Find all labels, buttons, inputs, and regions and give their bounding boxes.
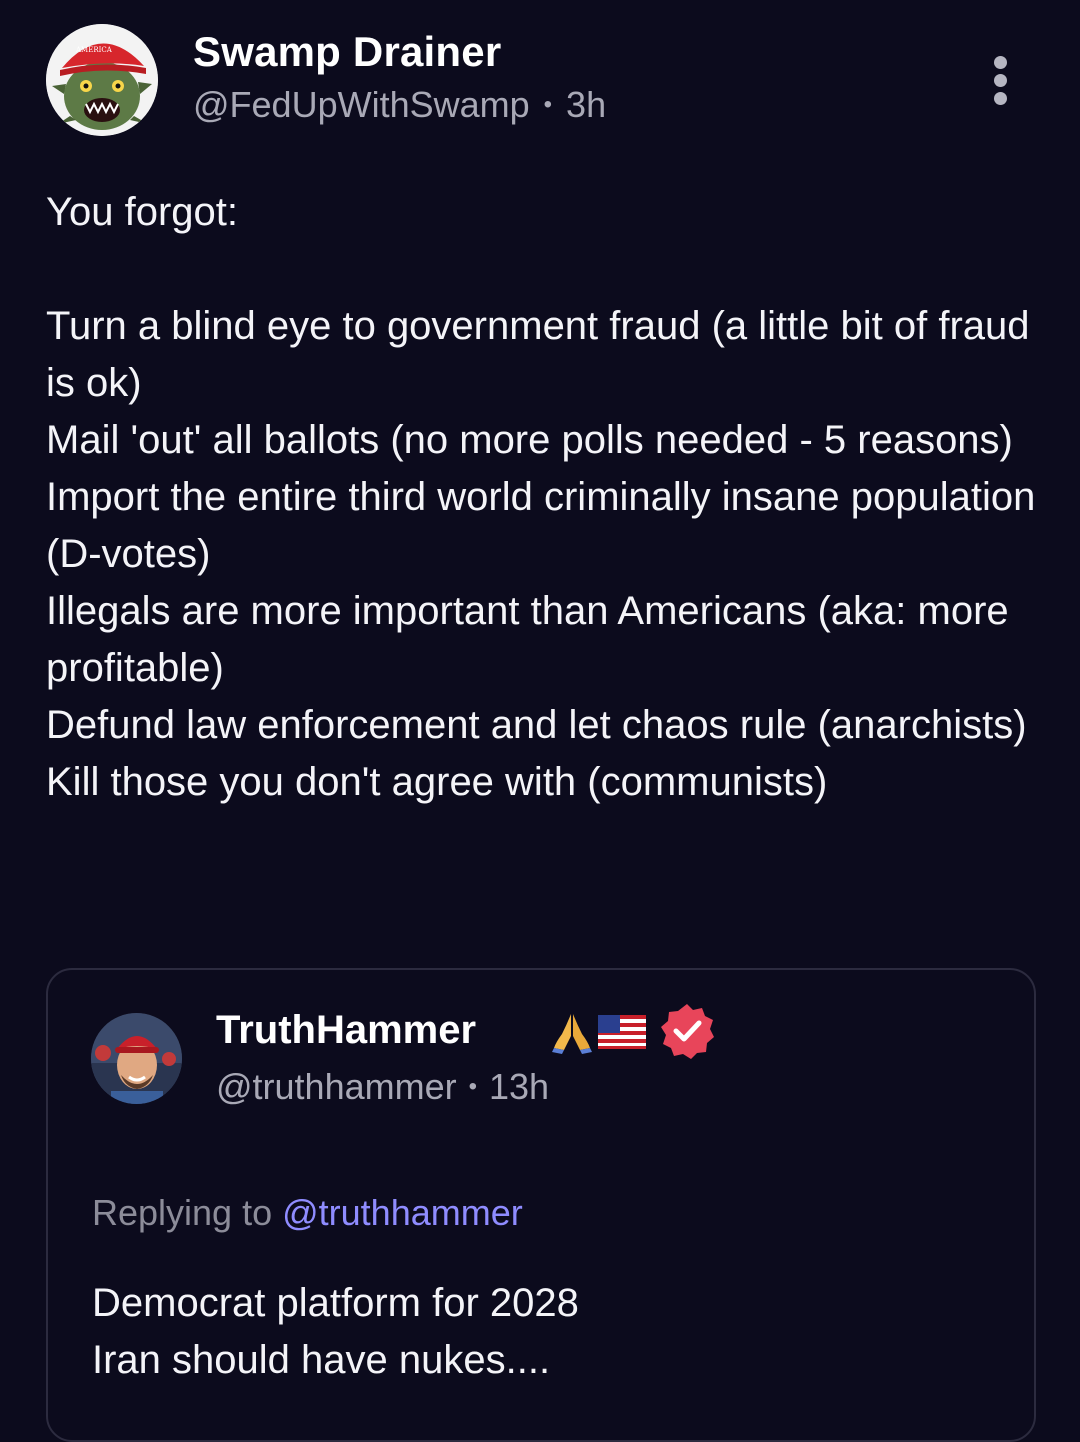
truthhammer-avatar-icon [91,1013,182,1104]
author-meta: @FedUpWithSwamp • 3h [193,84,606,126]
quoted-post-line: Democrat platform for 2028 [92,1281,579,1325]
quoted-post-card[interactable]: TruthHammer @truthhammer • 13h Replying … [46,968,1036,1442]
quoted-author-avatar[interactable] [91,1013,182,1104]
replying-to-mention-link[interactable]: @truthhammer [282,1192,523,1233]
author-display-name[interactable]: Swamp Drainer [193,28,501,76]
quoted-author-handle[interactable]: @truthhammer [216,1066,457,1107]
post-line: Mail 'out' all ballots (no more polls ne… [46,418,1013,462]
post-intro: You forgot: [46,190,239,234]
author-handle[interactable]: @FedUpWithSwamp [193,84,530,125]
meta-separator: • [543,91,553,118]
more-options-button[interactable] [980,52,1022,108]
post-timestamp[interactable]: 3h [566,84,606,125]
author-avatar[interactable]: AMERICA [46,24,158,136]
post-line: Defund law enforcement and let chaos rul… [46,703,1027,747]
post-line: Illegals are more important than America… [46,589,1009,690]
post-body: You forgot: Turn a blind eye to governme… [46,184,1046,811]
quoted-author-emojis [550,1010,650,1054]
more-vertical-icon-dot [994,74,1007,87]
quoted-author-display-name[interactable]: TruthHammer [216,1008,476,1053]
post-line: Kill those you don't agree with (communi… [46,760,828,804]
post-line: Import the entire third world criminally… [46,475,1036,576]
quoted-post-line: Iran should have nukes.... [92,1338,551,1382]
replying-to: Replying to @truthhammer [92,1192,523,1234]
quoted-author-meta: @truthhammer • 13h [216,1066,549,1108]
praying-hands-icon [552,1014,592,1054]
quoted-post-body: Democrat platform for 2028 Iran should h… [92,1275,579,1389]
meta-separator: • [468,1073,478,1100]
us-flag-icon [598,1015,646,1049]
verified-badge-icon [661,1004,714,1059]
more-vertical-icon [994,56,1007,69]
svg-text:AMERICA: AMERICA [75,46,113,54]
replying-to-label: Replying to [92,1192,273,1233]
maga-monster-avatar-icon: AMERICA [46,24,158,136]
more-vertical-icon-dot [994,92,1007,105]
quoted-post-timestamp[interactable]: 13h [489,1066,549,1107]
post-line: Turn a blind eye to government fraud (a … [46,304,1030,405]
post: AMERICA Swamp Drainer @FedUpWithSwamp • 3h… [0,0,1080,1442]
